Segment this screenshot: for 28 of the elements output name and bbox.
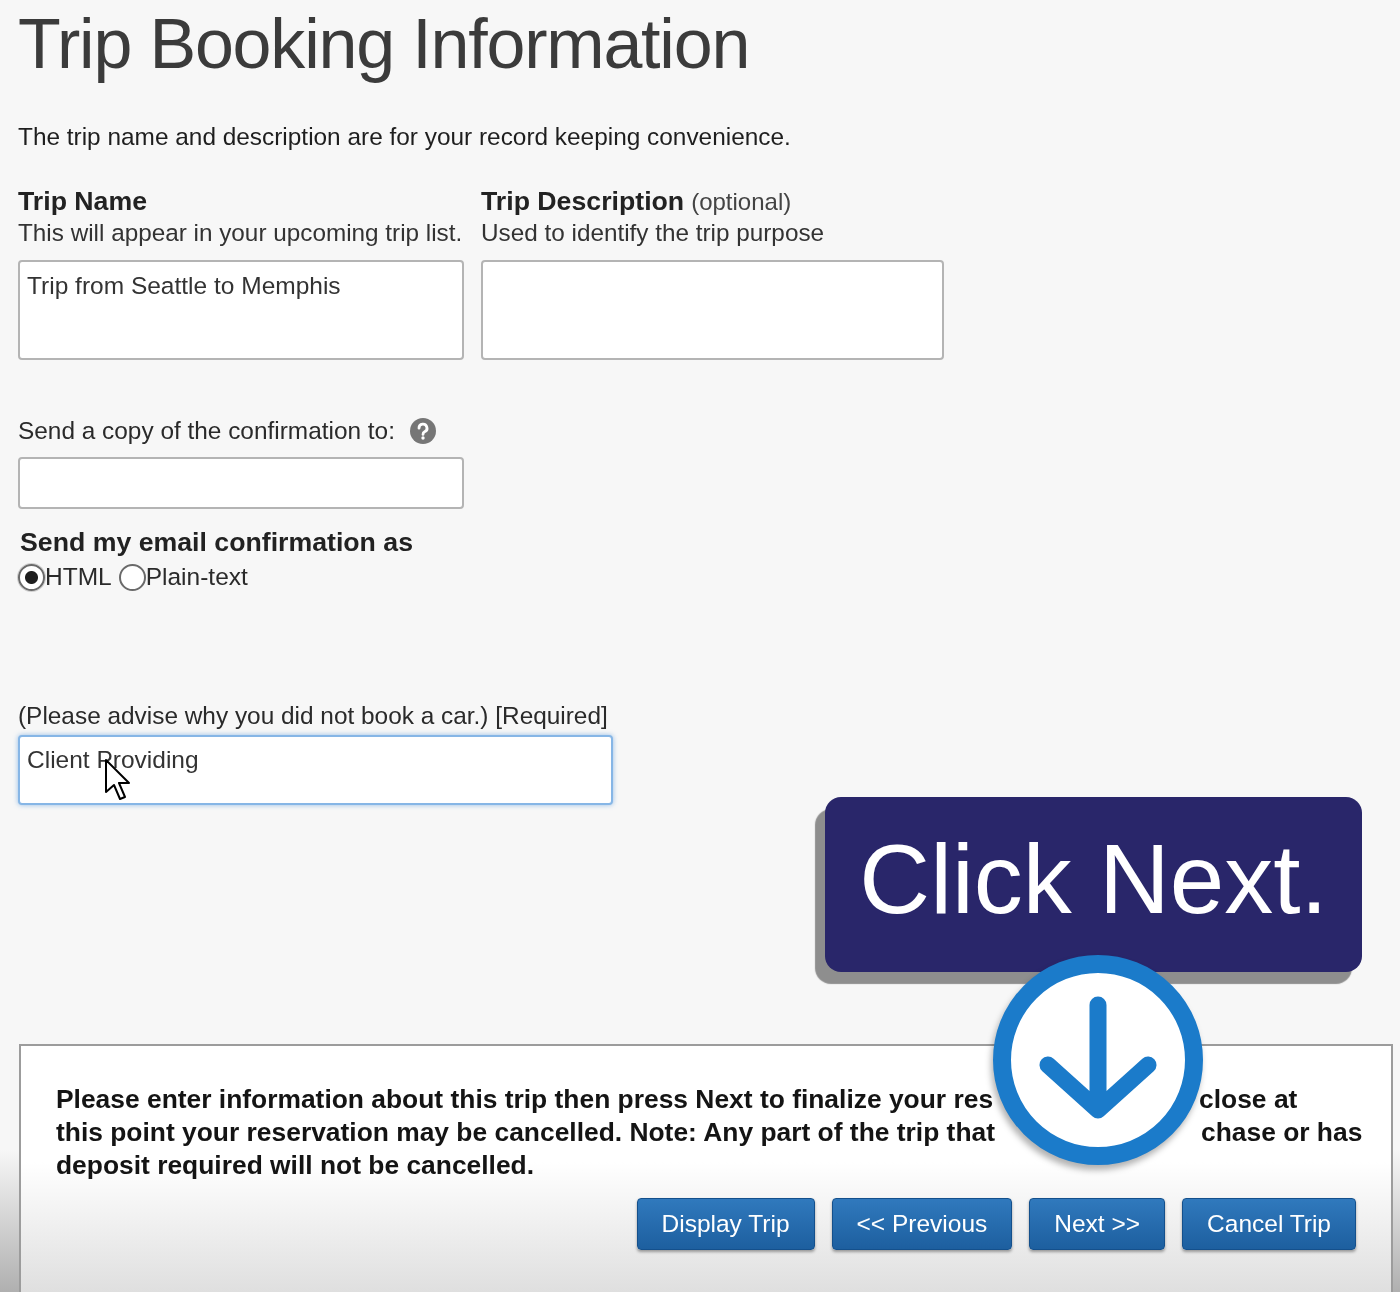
notice-text: close at	[1199, 1083, 1298, 1116]
optional-note: (optional)	[691, 187, 792, 217]
email-field[interactable]	[18, 457, 464, 509]
action-button[interactable]: Next >>	[1029, 1198, 1166, 1250]
notice-text: this point your reservation may be cancelled. Note: Any part of the trip that	[56, 1116, 995, 1149]
field-label: Send my email confirmation as	[20, 527, 413, 557]
radio-button[interactable]	[118, 563, 146, 591]
trip-description-field[interactable]	[481, 260, 944, 360]
action-button[interactable]: << Previous	[831, 1198, 1013, 1250]
help-icon[interactable]	[409, 418, 436, 444]
radio-button[interactable]	[18, 563, 45, 591]
trip-name-field[interactable]: Trip from Seattle to Memphis	[18, 260, 464, 360]
radio-label[interactable]: Plain-text	[145, 563, 248, 591]
action-button[interactable]: Display Trip	[636, 1198, 815, 1250]
reason-field[interactable]: Client Providing	[18, 735, 613, 805]
radio-label[interactable]: HTML	[45, 563, 112, 591]
field-hint: Used to identify the trip purpose	[481, 219, 825, 247]
notice-text: deposit required will not be cancelled.	[56, 1149, 535, 1182]
field-label: Trip Name	[18, 186, 148, 216]
field-label: (Please advise why you did not book a car.) [Required]	[18, 702, 608, 730]
field-label: Trip Description	[481, 186, 685, 216]
intro-text: The trip name and description are for your record keeping convenience.	[18, 123, 791, 151]
field-label: Send a copy of the confirmation to:	[18, 417, 395, 445]
field-hint: This will appear in your upcoming trip list.	[18, 219, 463, 247]
action-button[interactable]: Cancel Trip	[1182, 1198, 1356, 1250]
notice-text: chase or has	[1201, 1116, 1363, 1149]
notice-text: Please enter information about this trip then press Next to finalize your res	[56, 1083, 994, 1116]
instruction-callout: Click Next.	[825, 797, 1362, 972]
